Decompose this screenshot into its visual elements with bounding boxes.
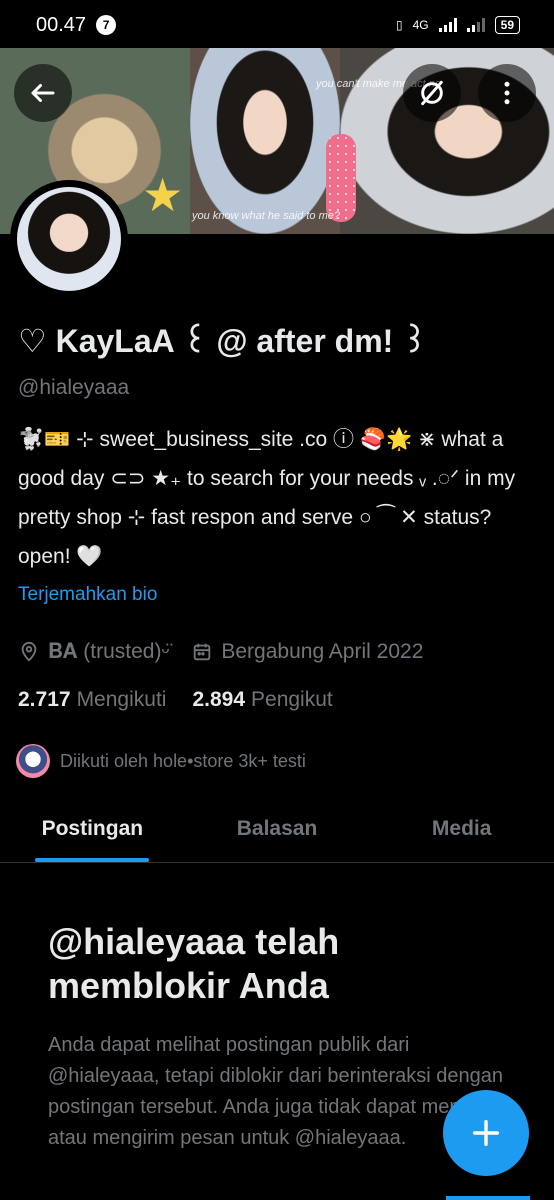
- status-right: ▯ 4G 59: [396, 16, 520, 34]
- battery-indicator: 59: [494, 16, 520, 34]
- joined-item: Bergabung April 2022: [191, 640, 423, 664]
- follow-stats: 2.717 Mengikuti 2.894 Pengikut: [18, 688, 359, 712]
- more-options-button[interactable]: [478, 64, 536, 122]
- followers-label: Pengikut: [251, 688, 333, 711]
- blocked-title: @hialeyaaa telah memblokir Anda: [48, 921, 340, 1006]
- username-handle: @hialeyaaa: [18, 376, 130, 399]
- banner-caption-2: you know what he said to me?: [192, 210, 340, 222]
- profile-meta: 𝐁𝐀 (trusted)ᵕ̈ Bergabung April 2022: [18, 640, 445, 664]
- plus-icon: [472, 1119, 500, 1147]
- avatar-image: [17, 187, 121, 291]
- following-link[interactable]: 2.717 Mengikuti: [18, 688, 166, 712]
- profile-bio: 🐩🎫 ⊹ sweet_business_site .co ⓘ 🍣🌟 ⋇ what…: [18, 428, 516, 568]
- arrow-left-icon: [31, 84, 55, 102]
- display-name: ♡ KayLaA ꒰ @ after dm! ꒱: [18, 323, 428, 359]
- profile-tabs: Postingan Balasan Media: [0, 796, 554, 863]
- followed-by-text: Diikuti oleh hole•store 3k+ testi: [60, 750, 306, 771]
- bottom-indicator: [446, 1196, 530, 1200]
- banner-image-portrait-1: [190, 48, 340, 234]
- status-bar: 00.47 7 ▯ 4G 59: [0, 0, 554, 50]
- location-text: 𝐁𝐀 (trusted)ᵕ̈: [48, 640, 170, 663]
- following-count: 2.717: [18, 688, 71, 711]
- translate-bio-link[interactable]: Terjemahkan bio: [18, 584, 157, 606]
- location-item: 𝐁𝐀 (trusted)ᵕ̈: [18, 640, 169, 664]
- signal-2-icon: [466, 18, 485, 32]
- vibrate-icon: ▯: [396, 18, 403, 32]
- notification-badge: 7: [96, 15, 117, 35]
- compose-button[interactable]: [443, 1090, 529, 1176]
- follower-avatar: [16, 744, 50, 778]
- tab-media[interactable]: Media: [369, 796, 554, 862]
- banner-sticker: [326, 134, 356, 222]
- following-label: Mengikuti: [76, 688, 167, 711]
- location-pin-icon: [21, 641, 37, 662]
- eye-off-icon: [421, 80, 443, 106]
- followed-by-row[interactable]: Diikuti oleh hole•store 3k+ testi: [16, 744, 306, 778]
- calendar-icon: [194, 643, 211, 661]
- network-type: 4G: [412, 18, 429, 32]
- hide-content-button[interactable]: [403, 64, 461, 122]
- followers-count: 2.894: [192, 688, 246, 711]
- followers-link[interactable]: 2.894 Pengikut: [192, 688, 332, 712]
- profile-avatar[interactable]: [10, 180, 128, 298]
- signal-icon: [438, 18, 457, 32]
- more-vertical-icon: [504, 81, 510, 105]
- clock: 00.47: [36, 13, 87, 36]
- tab-posts[interactable]: Postingan: [0, 796, 185, 862]
- joined-text: Bergabung April 2022: [221, 640, 424, 663]
- tab-replies[interactable]: Balasan: [185, 796, 370, 862]
- back-button[interactable]: [14, 64, 72, 122]
- status-left: 00.47 7: [36, 13, 117, 37]
- star-sticker-icon: ★: [142, 169, 184, 221]
